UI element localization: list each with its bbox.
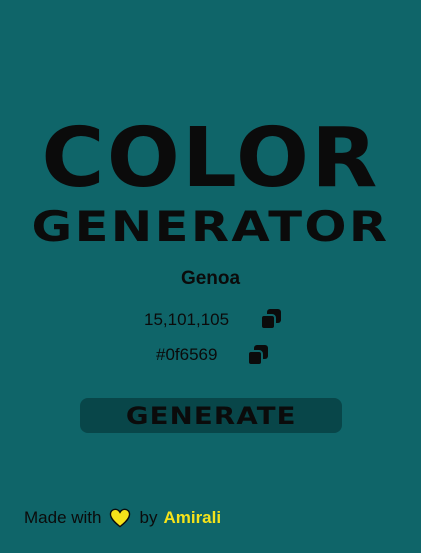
hex-value: #0f6569: [156, 345, 218, 364]
footer-by: by: [139, 508, 158, 527]
author-link[interactable]: Amirali: [163, 508, 221, 528]
copy-icon[interactable]: [247, 344, 269, 366]
copy-icon[interactable]: [260, 308, 282, 330]
color-name: Genoa: [180, 268, 241, 289]
generate-button[interactable]: GENERATE: [80, 398, 342, 433]
app-title-generator: GENERATOR: [31, 202, 390, 251]
rgb-row: 15,101,105: [0, 308, 421, 332]
rgb-value: 15,101,105: [144, 310, 230, 329]
footer-made-with: Made with: [24, 508, 102, 527]
app-title-color: COLOR: [41, 111, 380, 206]
generate-button-label: GENERATE: [125, 401, 297, 430]
footer: Made with by Amirali: [24, 508, 221, 528]
heart-icon: [110, 508, 131, 528]
hex-row: #0f6569: [0, 343, 421, 367]
